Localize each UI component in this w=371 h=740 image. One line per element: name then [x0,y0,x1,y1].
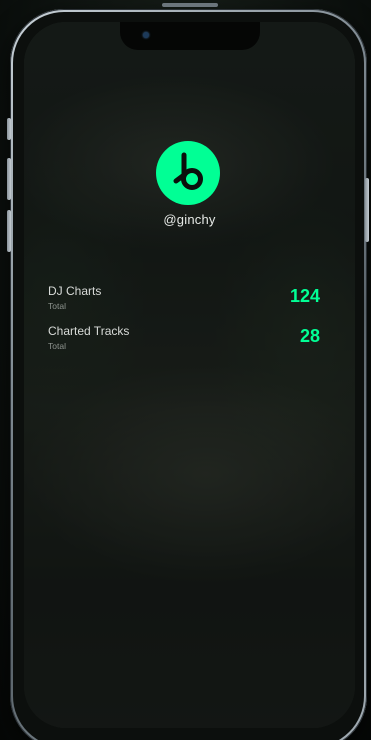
speaker-grille [162,3,218,7]
beatport-logo-icon [156,141,220,205]
stage: @ginchy DJ Charts Total 124 Charted Trac… [0,0,371,740]
stat-sublabel: Total [48,341,66,351]
stat-charted-tracks: Charted Tracks Total 28 [48,324,320,354]
beatport-logo-glyph [173,152,203,190]
phone-screen: @ginchy DJ Charts Total 124 Charted Trac… [24,22,355,728]
volume-up-button [7,158,11,200]
stat-dj-charts: DJ Charts Total 124 [48,284,320,314]
profile-content: @ginchy DJ Charts Total 124 Charted Trac… [24,22,355,728]
stat-label: Charted Tracks [48,324,130,338]
stat-value: 28 [299,326,320,346]
stat-sublabel: Total [48,301,66,311]
stat-label: DJ Charts [48,284,102,298]
power-button [365,178,369,242]
stat-value: 124 [289,286,320,306]
username: @ginchy [163,212,216,227]
volume-down-button [7,210,11,252]
mute-switch [7,118,11,140]
